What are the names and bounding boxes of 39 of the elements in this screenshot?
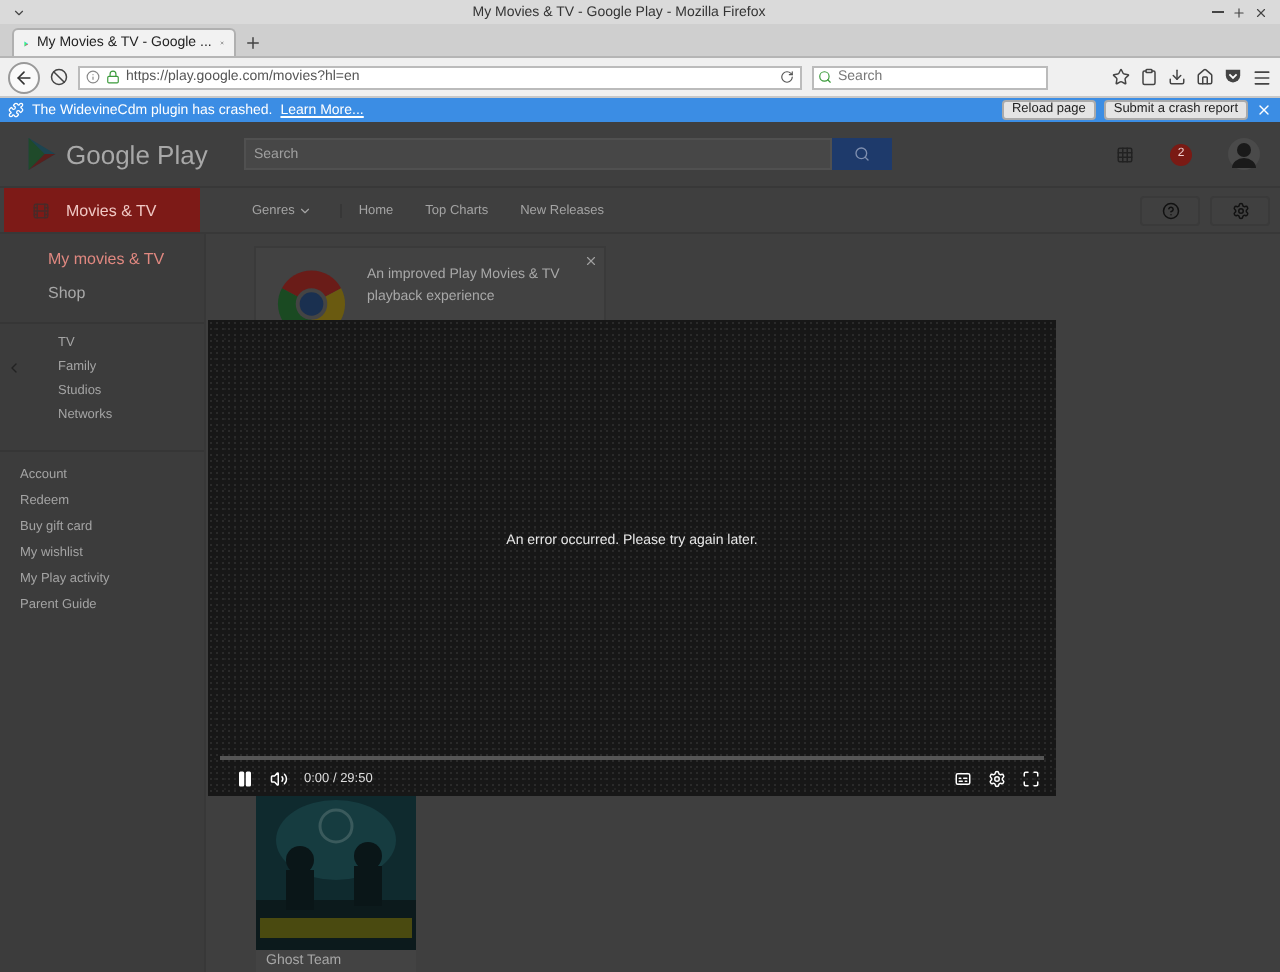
- star-icon[interactable]: [1112, 68, 1130, 86]
- film-icon: [32, 201, 50, 219]
- back-button[interactable]: [8, 61, 40, 93]
- play-logo-icon: [28, 138, 56, 170]
- plugin-icon: [8, 102, 24, 118]
- info-icon[interactable]: [86, 70, 100, 84]
- google-play-logo[interactable]: Google Play: [66, 139, 208, 169]
- search-icon: [854, 146, 870, 162]
- window-menu-icon[interactable]: [12, 5, 26, 19]
- chevron-down-icon: [298, 203, 313, 217]
- category-tab[interactable]: Movies & TV: [4, 188, 200, 232]
- pocket-icon[interactable]: [1224, 68, 1242, 86]
- captions-button[interactable]: [954, 769, 972, 787]
- fullscreen-button[interactable]: [1022, 769, 1040, 787]
- close-icon[interactable]: [584, 254, 598, 268]
- close-icon[interactable]: [1254, 5, 1268, 19]
- captions-icon: [954, 769, 972, 787]
- pause-button[interactable]: [236, 769, 254, 787]
- lock-icon: [106, 70, 120, 84]
- pause-icon: [236, 769, 254, 787]
- blocked-icon[interactable]: [50, 68, 68, 86]
- fullscreen-icon: [1022, 769, 1040, 787]
- volume-icon: [270, 769, 288, 787]
- settings-icon: [988, 769, 1006, 787]
- home-icon[interactable]: [1196, 68, 1214, 86]
- menu-icon[interactable]: [1252, 67, 1272, 87]
- sidebar-item[interactable]: My movies & TV: [0, 242, 204, 276]
- new-tab-icon[interactable]: [244, 34, 262, 52]
- reload-icon[interactable]: [780, 70, 794, 84]
- minimize-icon[interactable]: [1212, 6, 1224, 18]
- sidebar-item[interactable]: Shop: [0, 276, 204, 310]
- help-icon: [1161, 201, 1179, 219]
- volume-button[interactable]: [270, 769, 288, 787]
- clipboard-icon[interactable]: [1140, 68, 1158, 86]
- download-icon[interactable]: [1168, 68, 1186, 86]
- maximize-icon[interactable]: [1232, 5, 1246, 19]
- back-arrow-icon: [14, 67, 34, 87]
- settings-icon: [1231, 201, 1249, 219]
- search-icon: [818, 70, 832, 84]
